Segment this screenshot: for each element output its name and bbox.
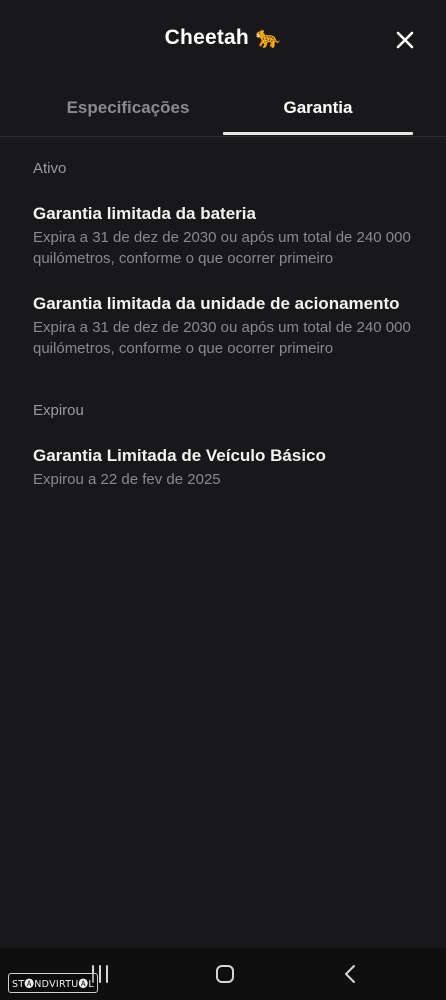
- warranty-description: Expira a 31 de dez de 2030 ou após um to…: [33, 319, 411, 357]
- warranty-screen: Cheetah 🐆 Especificações Garantia Ativo …: [0, 0, 446, 1000]
- tab-especificacoes[interactable]: Especificações: [34, 82, 222, 134]
- close-button[interactable]: [390, 25, 420, 55]
- warranty-description: Expirou a 22 de fev de 2025: [33, 471, 221, 488]
- active-tab-indicator: [223, 132, 413, 135]
- header: Cheetah 🐆: [0, 0, 446, 82]
- page-title: Cheetah 🐆: [164, 26, 282, 49]
- tab-garantia[interactable]: Garantia: [223, 82, 413, 134]
- section-label-expired: Expirou: [33, 402, 84, 419]
- warranty-title: Garantia Limitada de Veículo Básico: [33, 446, 326, 465]
- list-item: Garantia limitada da bateria Expira a 31…: [33, 203, 423, 269]
- tab-bar: Especificações Garantia: [0, 82, 446, 137]
- warranty-description: Expira a 31 de dez de 2030 ou após um to…: [33, 229, 411, 267]
- close-icon: [396, 31, 414, 49]
- home-icon: [216, 965, 234, 983]
- back-button[interactable]: [330, 958, 370, 990]
- warranty-title: Garantia limitada da unidade de acioname…: [33, 294, 400, 313]
- list-item: Garantia Limitada de Veículo Básico Expi…: [33, 445, 423, 491]
- warranty-title: Garantia limitada da bateria: [33, 204, 256, 223]
- section-label-active: Ativo: [33, 160, 67, 177]
- watermark-logo: ST🅐NDVIRTU🅐L: [8, 973, 98, 993]
- home-button[interactable]: [205, 958, 245, 990]
- warranty-list: Ativo Garantia limitada da bateria Expir…: [33, 160, 423, 491]
- list-item: Garantia limitada da unidade de acioname…: [33, 293, 423, 359]
- back-icon: [345, 965, 355, 983]
